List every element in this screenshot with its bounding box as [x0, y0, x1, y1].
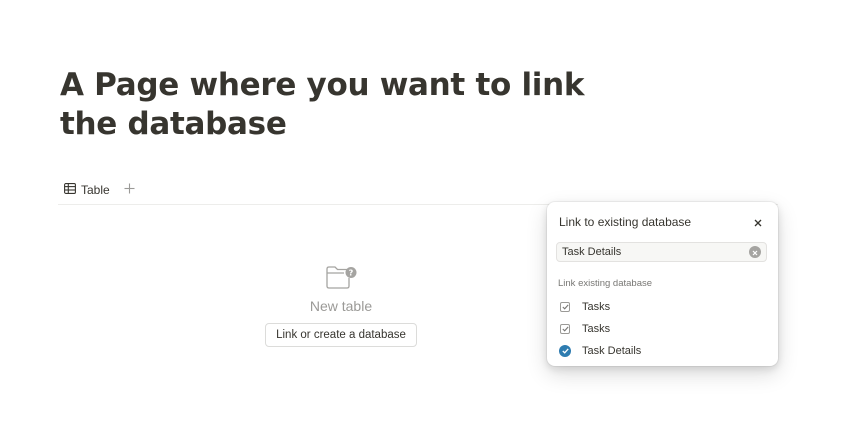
- page-title[interactable]: A Page where you want to link the databa…: [60, 66, 620, 144]
- tab-label: Table: [81, 183, 110, 197]
- folder-question-icon: ?: [325, 264, 357, 292]
- close-button[interactable]: [750, 215, 766, 231]
- database-list: Tasks Tasks Task Details: [553, 296, 772, 362]
- popover-title: Link to existing database: [559, 215, 692, 229]
- plus-icon: [124, 181, 135, 199]
- link-or-create-database-button[interactable]: Link or create a database: [265, 323, 417, 347]
- close-icon: [754, 214, 762, 232]
- checkbox-icon: [559, 301, 571, 313]
- database-item-tasks[interactable]: Tasks: [553, 318, 772, 340]
- tab-table[interactable]: Table: [58, 177, 116, 203]
- clear-search-button[interactable]: [749, 246, 761, 258]
- svg-text:?: ?: [349, 269, 354, 278]
- database-item-label: Tasks: [582, 323, 611, 335]
- search-box: [556, 242, 767, 262]
- empty-state-title: New table: [309, 298, 373, 314]
- check-circle-icon: [559, 345, 571, 357]
- add-view-button[interactable]: [120, 180, 140, 200]
- table-icon: [64, 183, 76, 197]
- database-item-label: Task Details: [582, 345, 642, 357]
- database-item-task-details[interactable]: Task Details: [553, 340, 772, 362]
- empty-state: ? New table Link or create a database: [261, 264, 421, 347]
- link-database-popover: Link to existing database Link existing …: [547, 202, 778, 366]
- clear-icon: [752, 243, 758, 261]
- checkbox-icon: [559, 323, 571, 335]
- view-tabs: Table: [58, 176, 778, 205]
- section-label: Link existing database: [558, 278, 653, 289]
- search-input[interactable]: [562, 245, 742, 259]
- database-item-tasks[interactable]: Tasks: [553, 296, 772, 318]
- database-item-label: Tasks: [582, 301, 611, 313]
